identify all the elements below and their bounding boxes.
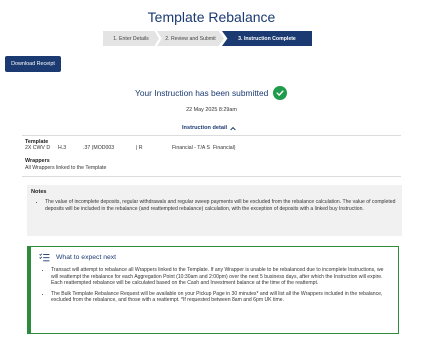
instruction-detail-toggle[interactable]: Instruction detail xyxy=(182,125,236,131)
progress-steps: 1. Enter Details 2. Review and Submit 3.… xyxy=(103,31,312,46)
template-cell: Financial) xyxy=(213,145,236,151)
chevron-up-icon xyxy=(230,126,236,130)
what-to-expect-header: What to expect next xyxy=(39,253,116,262)
notes-list: The value of incomplete deposits, regula… xyxy=(35,199,401,212)
expect-item: The Bulk Template Rebalance Request will… xyxy=(51,291,391,304)
template-cell: .37 (MOD003 xyxy=(83,145,115,151)
template-cell: | R xyxy=(136,145,143,151)
divider xyxy=(22,176,401,177)
step-review-submit: 2. Review and Submit xyxy=(157,31,224,46)
step-enter-details: 1. Enter Details xyxy=(103,31,159,46)
list-check-icon xyxy=(39,253,50,262)
confirmation-banner: Your Instruction has been submitted xyxy=(135,86,288,100)
template-cell: H.3 xyxy=(58,145,67,151)
download-receipt-button[interactable]: Download Receipt xyxy=(5,56,61,72)
confirmation-message: Your Instruction has been submitted xyxy=(135,88,269,98)
notes-title: Notes xyxy=(31,189,47,195)
wrappers-label: Wrappers xyxy=(25,158,50,164)
instruction-detail-label: Instruction detail xyxy=(182,125,228,131)
notes-panel: Notes The value of incomplete deposits, … xyxy=(27,185,402,236)
what-to-expect-title: What to expect next xyxy=(56,254,117,261)
step-instruction-complete: 3. Instruction Complete xyxy=(222,31,312,46)
template-cell: Financial - T/A S xyxy=(172,145,210,151)
divider xyxy=(22,135,401,136)
what-to-expect-list: Transact will attempt to rebalance all W… xyxy=(41,267,391,308)
what-to-expect-panel: What to expect next Transact will attemp… xyxy=(27,246,399,334)
notes-item: The value of incomplete deposits, regula… xyxy=(45,199,401,212)
check-circle-icon xyxy=(273,86,288,100)
template-cell: 2X CWV D xyxy=(25,145,51,151)
page-title: Template Rebalance xyxy=(147,9,276,25)
wrappers-value: All Wrappers linked to the Template xyxy=(25,165,107,171)
submission-datetime: 22 May 2025 8:29am xyxy=(186,107,237,113)
expect-item: Transact will attempt to rebalance all W… xyxy=(51,267,391,287)
